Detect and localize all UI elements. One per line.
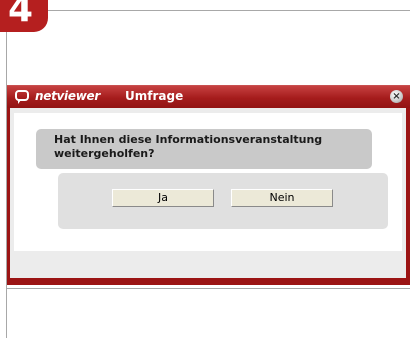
answer-box: Ja Nein (58, 173, 388, 229)
step-number: 4 (8, 0, 34, 30)
frame-top-line (48, 10, 410, 11)
yes-button[interactable]: Ja (112, 189, 214, 207)
app-brand: netviewer (35, 89, 100, 103)
frame-divider-line (6, 288, 410, 289)
survey-window: netviewer Umfrage × Hat Ihnen diese Info… (7, 85, 410, 285)
question-text: Hat Ihnen diese Informationsveranstaltun… (54, 133, 323, 160)
speech-bubble-icon (15, 90, 29, 104)
window-title: Umfrage (125, 89, 184, 103)
window-client-area: Hat Ihnen diese Informationsveranstaltun… (10, 108, 406, 278)
survey-panel: Hat Ihnen diese Informationsveranstaltun… (14, 113, 402, 251)
question-box: Hat Ihnen diese Informationsveranstaltun… (36, 129, 372, 169)
no-button[interactable]: Nein (231, 189, 333, 207)
close-icon[interactable]: × (390, 90, 403, 103)
title-bar[interactable]: netviewer Umfrage × (7, 86, 410, 108)
